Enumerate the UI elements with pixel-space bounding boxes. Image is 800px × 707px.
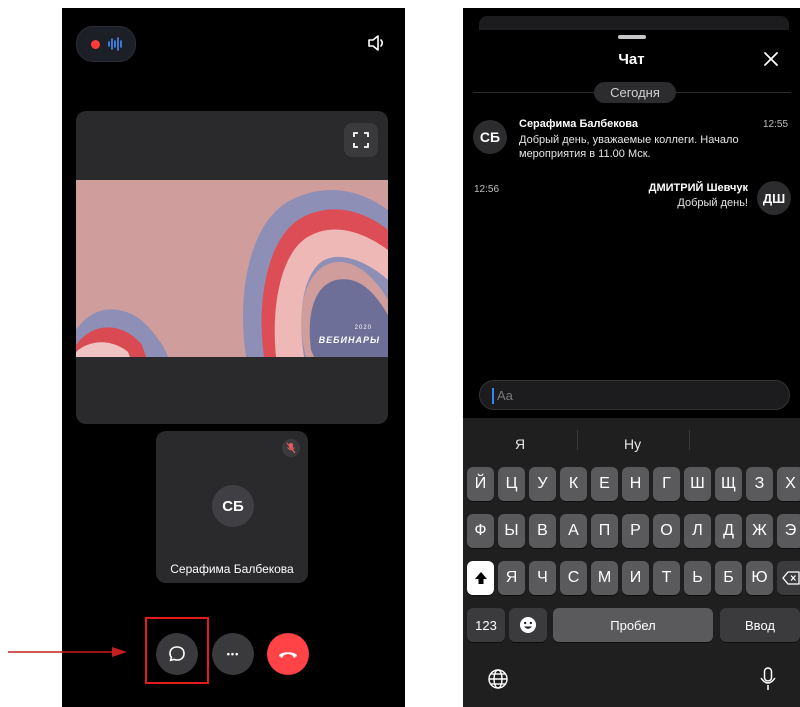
keyboard: Я Ну ЙЦУКЕНГШЩЗХФЫВАПРОЛДЖЭЯЧСМИТЬБЮ 123… [463,418,800,707]
key-Т[interactable]: Т [653,561,680,595]
suggestion-divider [577,430,578,450]
slide-artwork [76,180,388,357]
key-Г[interactable]: Г [653,467,680,501]
sheet-background [479,16,789,30]
call-screen: 2020 ВЕБИНАРЫ СБ Серафима Балбекова ••• [62,8,405,707]
message-author: ДМИТРИЙ Шевчук [648,182,748,194]
key-З[interactable]: З [746,467,773,501]
key-В[interactable]: В [529,514,556,548]
space-key[interactable]: Пробел [553,608,713,642]
key-Ч[interactable]: Ч [529,561,556,595]
message-input[interactable]: Aa [479,380,790,410]
key-О[interactable]: О [653,514,680,548]
more-button[interactable]: ••• [212,633,254,675]
message-time: 12:55 [763,119,789,130]
key-П[interactable]: П [591,514,618,548]
key-Е[interactable]: Е [591,467,618,501]
message-time: 12:56 [474,184,500,195]
participant-tile[interactable]: СБ Серафима Балбекова [156,431,308,583]
key-Ц[interactable]: Ц [498,467,525,501]
key-И[interactable]: И [622,561,649,595]
hangup-button[interactable] [267,633,309,675]
message-text: Добрый день! [677,197,748,209]
fullscreen-icon [353,132,369,148]
recording-dot [91,40,100,49]
emoji-icon [520,617,536,633]
date-divider: Сегодня [594,82,676,103]
key-Ь[interactable]: Ь [684,561,711,595]
slide-year: 2020 [354,325,372,331]
key-Р[interactable]: Р [622,514,649,548]
key-Ю[interactable]: Ю [746,561,773,595]
numbers-key[interactable]: 123 [467,608,505,642]
mic-icon[interactable] [759,666,777,692]
text-caret [492,388,494,404]
input-placeholder: Aa [497,388,513,403]
more-icon: ••• [226,649,240,659]
chat-screen: Чат Сегодня СБ Серафима Балбекова 12:55 … [463,8,800,707]
fullscreen-button[interactable] [344,123,378,157]
shift-key[interactable] [467,561,494,595]
recording-indicator[interactable] [76,26,136,62]
key-Х[interactable]: Х [777,467,800,501]
return-key[interactable]: Ввод [720,608,800,642]
key-Ж[interactable]: Ж [746,514,773,548]
screen-share-tile[interactable]: 2020 ВЕБИНАРЫ [76,111,388,424]
shift-icon [474,572,487,584]
hangup-icon [279,652,297,658]
waveform-icon [108,37,122,51]
key-Щ[interactable]: Щ [715,467,742,501]
key-Й[interactable]: Й [467,467,494,501]
key-У[interactable]: У [529,467,556,501]
speaker-icon[interactable] [366,32,388,54]
chat-title: Чат [618,51,645,68]
backspace-icon [781,571,800,585]
avatar: ДШ [757,181,791,215]
slide-brand-text: ВЕБИНАРЫ [318,335,380,345]
key-К[interactable]: К [560,467,587,501]
presentation-slide: 2020 ВЕБИНАРЫ [76,180,388,357]
key-М[interactable]: М [591,561,618,595]
message-author: Серафима Балбекова [519,118,639,130]
avatar: СБ [212,485,254,527]
globe-icon[interactable] [487,668,509,690]
suggestion-item[interactable]: Я [515,436,525,452]
key-А[interactable]: А [560,514,587,548]
suggestion-divider [689,430,690,450]
avatar: СБ [473,120,507,154]
backspace-key[interactable] [777,561,800,595]
key-Э[interactable]: Э [777,514,800,548]
key-Л[interactable]: Л [684,514,711,548]
annotation-arrow-icon [8,647,127,657]
mic-off-icon [286,442,296,454]
key-Д[interactable]: Д [715,514,742,548]
emoji-key[interactable] [509,608,547,642]
key-Б[interactable]: Б [715,561,742,595]
participant-name: Серафима Балбекова [170,562,294,576]
close-icon[interactable] [762,50,780,68]
sheet-grabber[interactable] [618,35,646,39]
key-Ф[interactable]: Ф [467,514,494,548]
key-Н[interactable]: Н [622,467,649,501]
mic-off-badge [282,439,300,457]
message-text: Добрый день, уважаемые коллеги. Начало м… [519,134,739,160]
key-Я[interactable]: Я [498,561,525,595]
key-Ш[interactable]: Ш [684,467,711,501]
key-С[interactable]: С [560,561,587,595]
annotation-highlight-box [145,617,209,684]
key-Ы[interactable]: Ы [498,514,525,548]
suggestion-item[interactable]: Ну [624,436,641,452]
